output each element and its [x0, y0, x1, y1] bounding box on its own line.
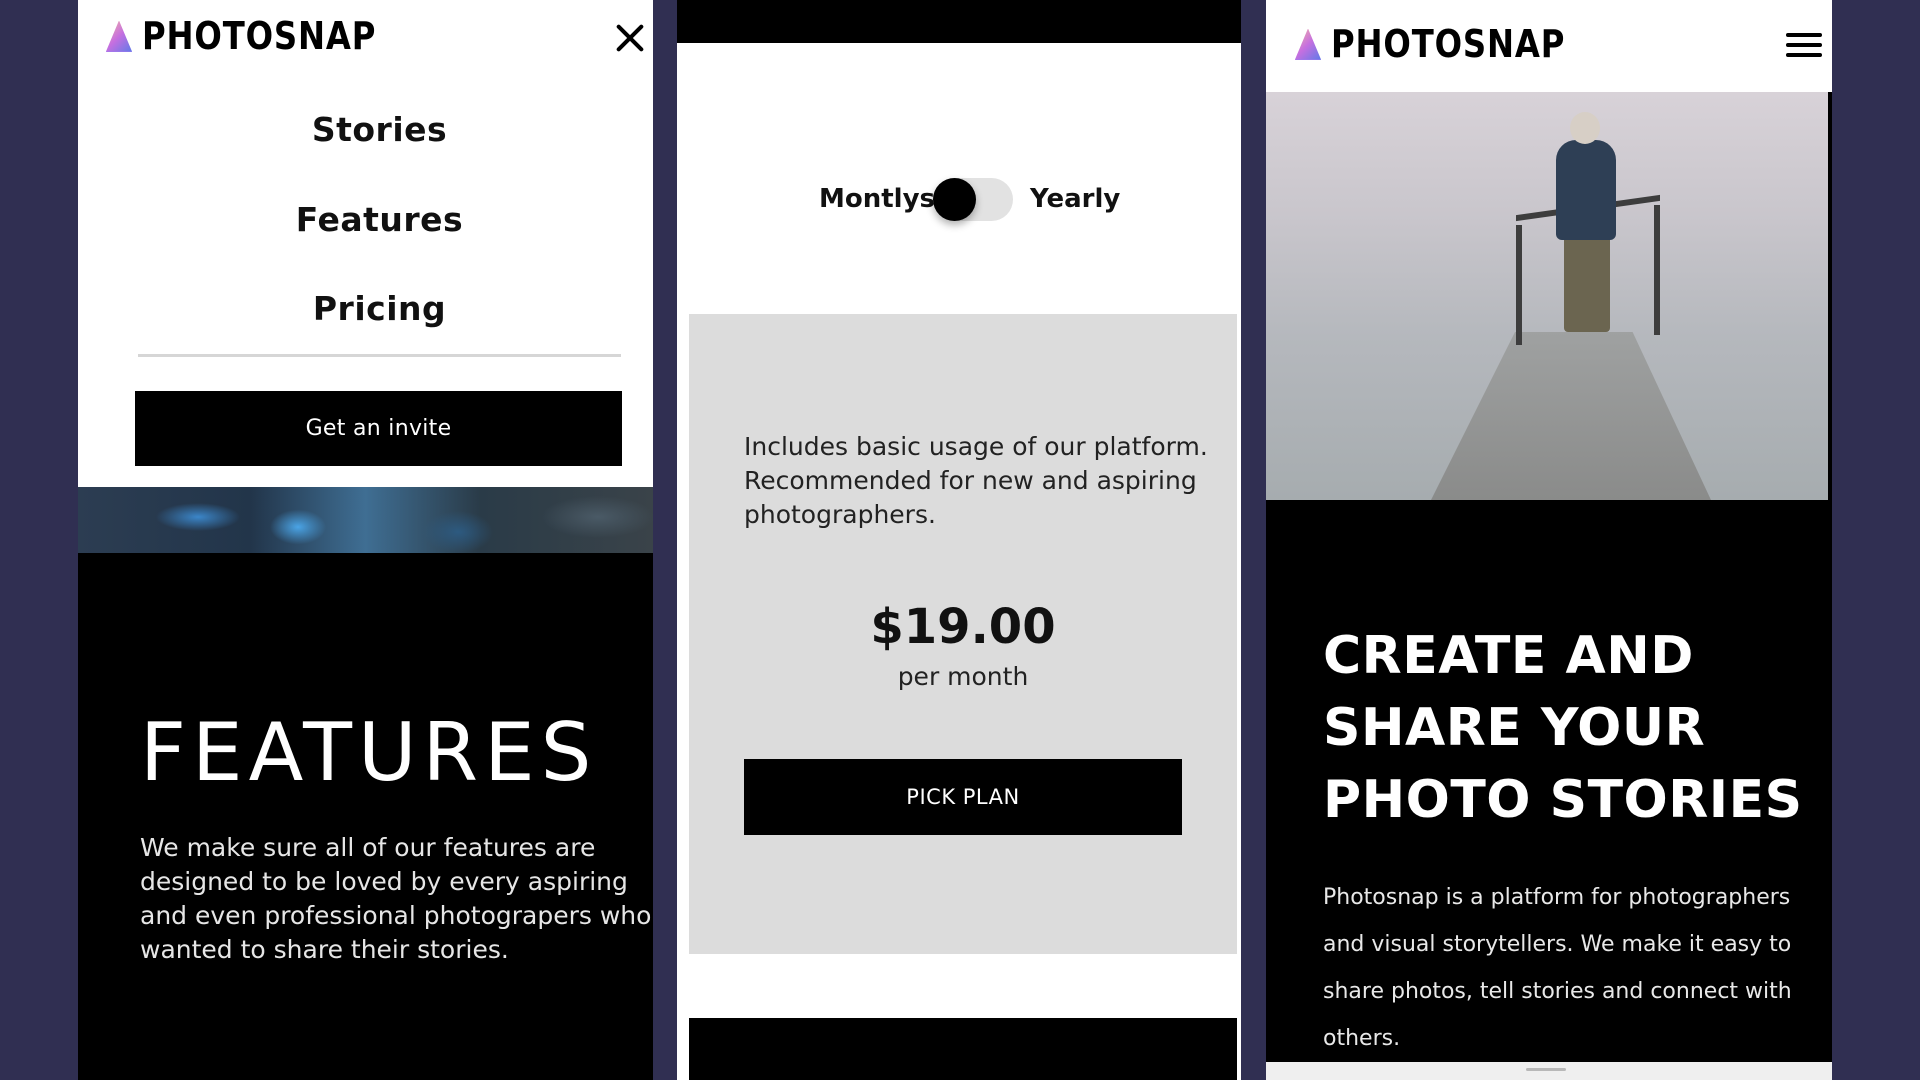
- hamburger-icon[interactable]: [1786, 31, 1822, 59]
- features-title: FEATURES: [140, 706, 598, 799]
- dock-shape: [1431, 332, 1711, 500]
- home-panel: PHOTOSNAP CREATE AND SHARE YOUR PHOTO ST…: [1266, 0, 1832, 1080]
- billing-toggle-row: Montlys Yearly: [677, 178, 1241, 222]
- next-plan-card: [689, 1018, 1237, 1080]
- plan-description: Includes basic usage of our platform. Re…: [744, 432, 1208, 529]
- features-hero-image: [78, 487, 653, 553]
- rail: [1654, 205, 1660, 335]
- logo-triangle-icon: [1295, 28, 1321, 60]
- brand-logo[interactable]: PHOTOSNAP: [106, 14, 418, 58]
- scroll-handle[interactable]: [1526, 1068, 1566, 1071]
- menu-divider: [138, 354, 621, 357]
- plan-period: per month: [897, 662, 1029, 691]
- person-shape: [1564, 232, 1610, 332]
- scroll-indicator: [1266, 1062, 1832, 1080]
- hero-title: CREATE AND SHARE YOUR PHOTO STORIES: [1323, 626, 1803, 830]
- pricing-panel: Montlys Yearly Includes basic usage of o…: [677, 0, 1241, 1080]
- nav-link-stories[interactable]: Stories: [78, 110, 653, 149]
- get-invite-button[interactable]: Get an invite: [135, 391, 622, 466]
- toggle-knob[interactable]: [933, 178, 976, 221]
- hero-description: Photosnap is a platform for photographer…: [1323, 885, 1792, 1051]
- features-section: FEATURES We make sure all of our feature…: [78, 553, 653, 1080]
- yearly-label[interactable]: Yearly: [1030, 184, 1120, 214]
- person-shape: [1570, 112, 1600, 144]
- billing-toggle[interactable]: [933, 178, 1013, 221]
- person-shape: [1556, 140, 1616, 240]
- nav-link-pricing[interactable]: Pricing: [78, 289, 653, 328]
- mobile-menu-panel: PHOTOSNAP Stories Features Pricing Get a…: [78, 0, 653, 1080]
- site-header: PHOTOSNAP: [1266, 0, 1832, 92]
- top-dark-section: [677, 0, 1241, 43]
- plan-card: Includes basic usage of our platform. Re…: [689, 314, 1237, 954]
- brand-logo-text: PHOTOSNAP: [1331, 22, 1566, 66]
- plan-price: $19.00: [870, 599, 1056, 655]
- pick-plan-button[interactable]: PICK PLAN: [744, 759, 1182, 835]
- nav-link-features[interactable]: Features: [78, 200, 653, 239]
- hero-image: [1266, 92, 1828, 500]
- rail: [1516, 225, 1522, 345]
- monthly-label[interactable]: Montlys: [819, 184, 935, 214]
- brand-logo-text: PHOTOSNAP: [142, 14, 377, 58]
- close-icon[interactable]: [614, 22, 646, 54]
- brand-logo[interactable]: PHOTOSNAP: [1295, 22, 1607, 66]
- features-description: We make sure all of our features are des…: [140, 833, 652, 964]
- logo-triangle-icon: [106, 20, 132, 52]
